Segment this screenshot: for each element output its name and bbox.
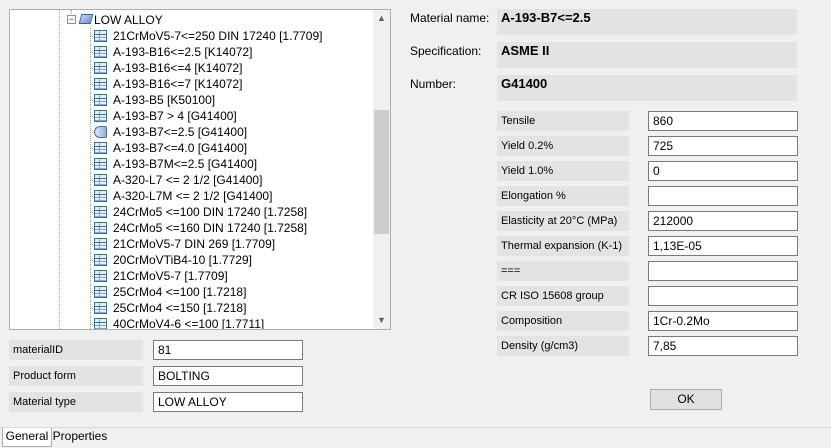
info-value: G41400	[497, 75, 797, 101]
bolt-icon	[94, 126, 107, 138]
property-value[interactable]: 7,85	[648, 336, 798, 356]
tree-guide-line	[90, 28, 91, 329]
table-icon	[94, 158, 107, 170]
table-icon	[94, 254, 107, 266]
table-icon	[94, 94, 107, 106]
property-value[interactable]: 725	[648, 136, 798, 156]
property-value[interactable]	[648, 186, 798, 206]
tree-item[interactable]: A-193-B16<=4 [K14072]	[113, 60, 242, 76]
property-value[interactable]	[648, 286, 798, 306]
field-value[interactable]: 81	[153, 340, 303, 360]
tree-item[interactable]: A-193-B7 > 4 [G41400]	[113, 108, 237, 124]
tree-item[interactable]: 21CrMoV5-7 DIN 269 [1.7709]	[113, 236, 275, 252]
field-label: Product form	[9, 366, 143, 386]
field-value[interactable]: BOLTING	[153, 366, 303, 386]
scroll-up-icon[interactable]: ▲	[373, 10, 390, 27]
scroll-down-icon[interactable]: ▼	[373, 312, 390, 329]
property-value[interactable]: 1,13E-05	[648, 236, 798, 256]
tree-item[interactable]: A-193-B7<=4.0 [G41400]	[113, 140, 247, 156]
tree-item[interactable]: 25CrMo4 <=150 [1.7218]	[113, 300, 246, 316]
tab-bar	[0, 427, 831, 448]
table-icon	[94, 270, 107, 282]
table-icon	[94, 286, 107, 298]
ok-button[interactable]: OK	[650, 389, 722, 410]
property-label: CR ISO 15608 group	[497, 286, 629, 306]
table-icon	[94, 302, 107, 314]
table-icon	[94, 222, 107, 234]
tree-item[interactable]: 24CrMo5 <=160 DIN 17240 [1.7258]	[113, 220, 307, 236]
tree-item[interactable]: 21CrMoV5-7<=250 DIN 17240 [1.7709]	[113, 28, 322, 44]
tree-content: − LOW ALLOY 21CrMoV5-7<=250 DIN 17240 [1…	[10, 10, 373, 329]
tab-general[interactable]: General	[2, 428, 52, 447]
property-value[interactable]: 0	[648, 161, 798, 181]
property-label: Yield 1.0%	[497, 161, 629, 181]
table-icon	[94, 190, 107, 202]
field-value[interactable]: LOW ALLOY	[153, 392, 303, 412]
table-icon	[94, 30, 107, 42]
property-label: Elasticity at 20°C (MPa)	[497, 211, 629, 231]
scroll-thumb[interactable]	[374, 110, 389, 234]
material-tree[interactable]: − LOW ALLOY 21CrMoV5-7<=250 DIN 17240 [1…	[9, 9, 391, 330]
property-value[interactable]: 1Cr-0.2Mo	[648, 311, 798, 331]
property-value[interactable]: 860	[648, 111, 798, 131]
property-label: Tensile	[497, 111, 629, 131]
table-icon	[94, 318, 107, 329]
tree-item[interactable]: 25CrMo4 <=100 [1.7218]	[113, 284, 246, 300]
tree-group-label[interactable]: LOW ALLOY	[94, 12, 163, 28]
table-icon	[94, 174, 107, 186]
property-label: Density (g/cm3)	[497, 336, 629, 356]
book-icon	[78, 14, 94, 24]
tree-item[interactable]: A-193-B7<=2.5 [G41400]	[113, 124, 247, 140]
tree-item[interactable]: A-193-B5 [K50100]	[113, 92, 215, 108]
tree-item[interactable]: A-193-B7M<=2.5 [G41400]	[113, 156, 257, 172]
field-label: Material type	[9, 392, 143, 412]
property-label: ===	[497, 261, 629, 281]
tree-item[interactable]: A-193-B16<=2.5 [K14072]	[113, 44, 252, 60]
table-icon	[94, 46, 107, 58]
tree-item[interactable]: 21CrMoV5-7 [1.7709]	[113, 268, 228, 284]
table-icon	[94, 206, 107, 218]
tab-properties[interactable]: Properties	[52, 428, 108, 447]
property-label: Composition	[497, 311, 629, 331]
property-label: Thermal expansion (K-1)	[497, 236, 629, 256]
info-value: A-193-B7<=2.5	[497, 9, 797, 35]
field-label: materialID	[9, 340, 143, 360]
tree-scrollbar[interactable]: ▲ ▼	[373, 10, 390, 329]
tree-item[interactable]: A-320-L7 <= 2 1/2 [G41400]	[113, 172, 262, 188]
tree-item[interactable]: 24CrMo5 <=100 DIN 17240 [1.7258]	[113, 204, 307, 220]
info-label: Number:	[410, 77, 457, 91]
property-label: Yield 0.2%	[497, 136, 629, 156]
table-icon	[94, 62, 107, 74]
tree-guide-line	[59, 10, 60, 329]
tree-item[interactable]: 40CrMoV4-6 <=100 [1.7711]	[113, 316, 264, 329]
tree-item[interactable]: A-320-L7M <= 2 1/2 [G41400]	[113, 188, 272, 204]
info-label: Specification:	[410, 44, 482, 58]
table-icon	[94, 142, 107, 154]
property-label: Elongation %	[497, 186, 629, 206]
property-value[interactable]	[648, 261, 798, 281]
collapse-toggle[interactable]: −	[67, 15, 76, 24]
table-icon	[94, 78, 107, 90]
tree-item[interactable]: 20CrMoVTiB4-10 [1.7729]	[113, 252, 252, 268]
table-icon	[94, 238, 107, 250]
tree-item[interactable]: A-193-B16<=7 [K14072]	[113, 76, 242, 92]
property-value[interactable]: 212000	[648, 211, 798, 231]
table-icon	[94, 110, 107, 122]
info-value: ASME II	[497, 42, 797, 68]
info-label: Material name:	[410, 11, 490, 25]
